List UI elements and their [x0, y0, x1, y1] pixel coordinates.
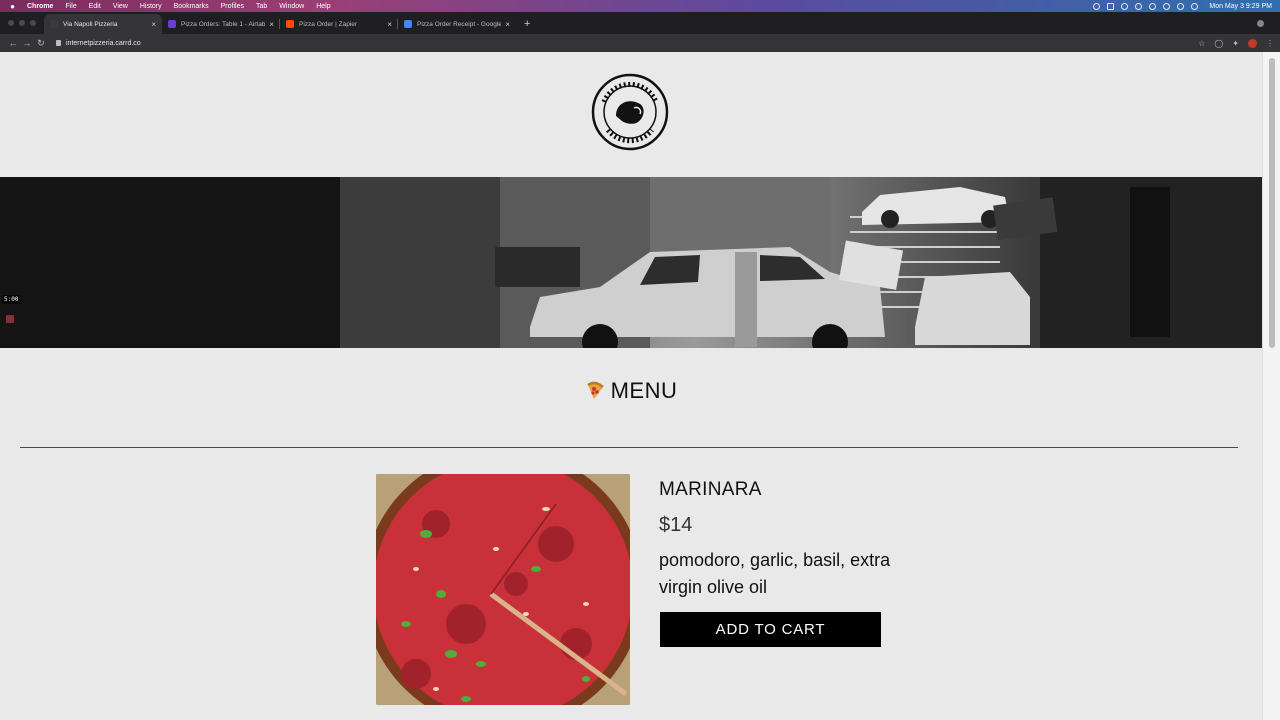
close-window-button[interactable] — [8, 20, 14, 26]
status-icons: Mon May 3 9:29 PM — [1093, 2, 1272, 10]
maximize-window-button[interactable] — [30, 20, 36, 26]
product-name: MARINARA — [659, 479, 762, 500]
apple-icon[interactable]: ● — [8, 2, 17, 11]
minimize-window-button[interactable] — [19, 20, 25, 26]
menu-clock[interactable]: Mon May 3 9:29 PM — [1209, 3, 1272, 10]
tab-close-icon[interactable]: × — [269, 20, 274, 29]
tab-title: Pizza Order Receipt - Google Docs — [417, 20, 502, 28]
reload-icon[interactable]: ↻ — [34, 38, 48, 49]
extension-icon[interactable]: ◯ — [1214, 39, 1223, 48]
product-description: pomodoro, garlic, basil, extra virgin ol… — [659, 550, 891, 597]
menu-view[interactable]: View — [113, 3, 128, 10]
product-price: $14 — [659, 514, 693, 536]
menu-help[interactable]: Help — [316, 3, 330, 10]
stop-recording-icon[interactable] — [6, 315, 14, 323]
menu-tab[interactable]: Tab — [256, 3, 267, 10]
lock-icon — [56, 40, 61, 46]
wifi-icon[interactable] — [1163, 2, 1171, 10]
pizza-slice-icon — [586, 381, 604, 399]
menu-app-chrome[interactable]: Chrome — [27, 3, 53, 10]
tab-favicon-icon — [404, 20, 412, 28]
menu-profiles[interactable]: Profiles — [221, 3, 244, 10]
tab-close-icon[interactable]: × — [505, 20, 510, 29]
menu-edit[interactable]: Edit — [89, 3, 101, 10]
menu-heading: MENU — [0, 378, 1262, 404]
tab-title: Pizza Orders: Table 1 - Airtable — [181, 20, 266, 28]
back-arrow-icon[interactable]: ← — [6, 38, 20, 48]
forward-arrow-icon[interactable]: → — [20, 38, 34, 48]
bluetooth-icon[interactable] — [1149, 2, 1157, 10]
tab-favicon-icon — [286, 20, 294, 28]
section-divider — [20, 447, 1238, 448]
tab-favicon-icon — [50, 20, 58, 28]
web-page: 5:00 MENU MARINARA $14 pomodoro, garlic,… — [0, 52, 1262, 720]
via-napoli-logo[interactable] — [590, 72, 670, 152]
sync-status-icon[interactable] — [1121, 2, 1129, 10]
tab-title: Via Napoli Pizzeria — [63, 20, 118, 28]
settings-status-icon[interactable] — [1093, 2, 1101, 10]
tab-close-icon[interactable]: × — [387, 20, 392, 29]
menu-heading-text: MENU — [610, 378, 678, 403]
tab-title: Pizza Order | Zapier — [299, 20, 358, 28]
tab-close-icon[interactable]: × — [151, 20, 156, 29]
profile-avatar[interactable] — [1248, 38, 1257, 48]
hero-street-photo: 5:00 — [0, 177, 1262, 348]
window-controls — [0, 20, 44, 34]
puzzle-icon[interactable]: ✦ — [1232, 39, 1239, 48]
bookmark-star-icon[interactable]: ☆ — [1198, 39, 1205, 48]
browser-toolbar: ← → ↻ internetpizzeria.carrd.co ☆ ◯ ✦ ⋮ — [0, 34, 1280, 52]
tab-favicon-icon — [168, 20, 176, 28]
toolbar-actions: ☆ ◯ ✦ ⋮ — [1198, 38, 1274, 48]
tab-zapier[interactable]: Pizza Order | Zapier × — [280, 14, 398, 34]
tab-google-docs[interactable]: Pizza Order Receipt - Google Docs × — [398, 14, 516, 34]
menu-bookmarks[interactable]: Bookmarks — [174, 3, 209, 10]
scrollbar-thumb[interactable] — [1269, 58, 1275, 348]
browser-tabstrip: Via Napoli Pizzeria × Pizza Orders: Tabl… — [0, 12, 1280, 34]
page-scrollbar[interactable] — [1262, 52, 1280, 720]
tab-via-napoli[interactable]: Via Napoli Pizzeria × — [44, 14, 162, 34]
search-icon[interactable] — [1177, 2, 1185, 10]
address-bar[interactable]: internetpizzeria.carrd.co — [56, 40, 141, 47]
mac-menu-bar: ● Chrome File Edit View History Bookmark… — [0, 0, 1280, 12]
control-center-icon[interactable] — [1191, 2, 1199, 10]
tab-search-icon[interactable] — [1257, 20, 1264, 27]
url-text: internetpizzeria.carrd.co — [66, 39, 141, 47]
more-menu-icon[interactable]: ⋮ — [1266, 39, 1274, 48]
recording-timer: 5:00 — [2, 295, 21, 304]
menu-history[interactable]: History — [140, 3, 162, 10]
marinara-pizza-image — [376, 474, 630, 705]
new-tab-button[interactable]: + — [516, 18, 538, 34]
add-to-cart-button[interactable]: ADD TO CART — [660, 612, 881, 647]
street-scene-image — [0, 177, 1262, 348]
menu-file[interactable]: File — [65, 3, 76, 10]
record-status-icon[interactable] — [1135, 2, 1143, 10]
menu-window[interactable]: Window — [279, 3, 304, 10]
screen-status-icon[interactable] — [1107, 2, 1115, 10]
tab-airtable[interactable]: Pizza Orders: Table 1 - Airtable × — [162, 14, 280, 34]
